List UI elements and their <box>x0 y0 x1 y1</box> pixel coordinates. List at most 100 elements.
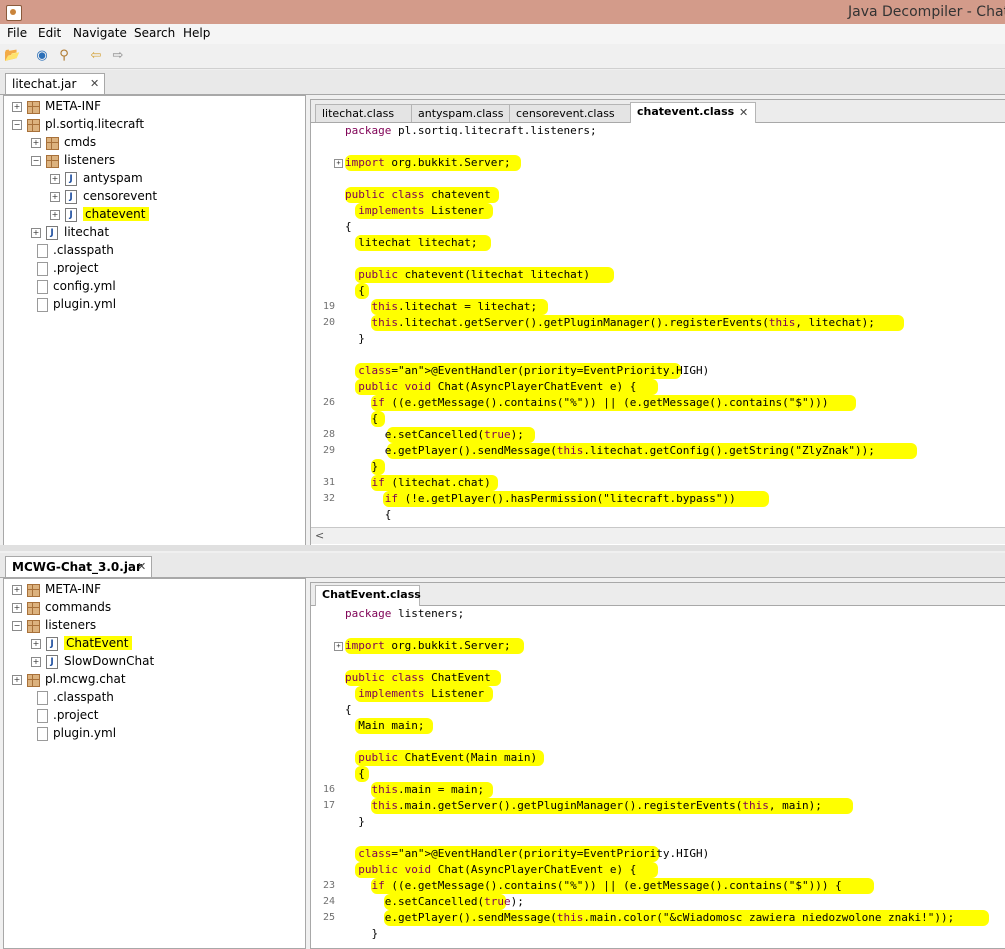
line-number: 31 <box>322 477 335 488</box>
menu-help[interactable]: Help <box>183 26 210 40</box>
tree-item[interactable]: + Jchatevent <box>4 206 304 224</box>
tree-item[interactable]: + Jantyspam <box>4 170 304 188</box>
code-text: { <box>345 220 352 233</box>
tree-item-label: META-INF <box>45 582 102 596</box>
tree-item[interactable]: − pl.sortiq.litecraft <box>4 116 304 134</box>
close-icon[interactable]: ✕ <box>739 106 748 119</box>
file-tab[interactable]: litechat.class <box>315 104 412 122</box>
tree-item[interactable]: config.yml <box>4 278 304 296</box>
code-line: { <box>345 702 352 717</box>
code-line: { <box>345 219 352 234</box>
code-line: e.getPlayer().sendMessage(this.main.colo… <box>345 910 955 925</box>
code-line: this.main = main; <box>345 782 485 797</box>
close-icon[interactable]: ✕ <box>90 77 99 90</box>
tree-item[interactable]: plugin.yml <box>4 296 304 314</box>
file-tab[interactable]: chatevent.class ✕ <box>630 102 756 123</box>
expand-icon[interactable]: + <box>50 192 60 202</box>
code-text: { <box>345 284 365 297</box>
scroll-left-icon[interactable]: < <box>315 529 324 542</box>
code-line: } <box>345 459 378 474</box>
jar-tab-mcwg-chat[interactable]: MCWG-Chat_3.0.jar ✕ <box>5 556 152 577</box>
menu-edit[interactable]: Edit <box>38 26 61 40</box>
file-tab-label: chatevent.class <box>637 105 735 118</box>
open-type-icon[interactable]: ◉ <box>34 48 50 64</box>
code-text: Main main; <box>345 719 425 732</box>
fold-expand-icon[interactable]: + <box>334 159 343 168</box>
tree-item-label: .classpath <box>53 690 114 704</box>
collapse-icon[interactable]: − <box>12 621 22 631</box>
tree-item[interactable]: + Jcensorevent <box>4 188 304 206</box>
package-icon <box>27 620 40 633</box>
tree-item[interactable]: − listeners <box>4 617 304 635</box>
package-icon <box>27 674 40 687</box>
expand-icon[interactable]: + <box>12 102 22 112</box>
tree-item[interactable]: + pl.mcwg.chat <box>4 671 304 689</box>
code-line: package listeners; <box>345 606 464 621</box>
tree-item[interactable]: + commands <box>4 599 304 617</box>
code-text: if (!e.getPlayer().hasPermission("litecr… <box>384 492 736 505</box>
file-tab[interactable]: antyspam.class <box>411 104 510 122</box>
back-arrow-icon[interactable]: ⇦ <box>88 48 104 64</box>
code-line: } <box>345 926 378 941</box>
collapse-icon[interactable]: − <box>12 120 22 130</box>
fold-expand-icon[interactable]: + <box>334 642 343 651</box>
close-icon[interactable]: ✕ <box>137 560 146 573</box>
code-text: package pl.sortiq.litecraft.listeners; <box>345 124 597 137</box>
expand-icon[interactable]: + <box>50 174 60 184</box>
tree-item[interactable]: + J ChatEvent <box>4 635 304 653</box>
java-class-icon: J <box>46 637 58 651</box>
tree-item[interactable]: .classpath <box>4 242 304 260</box>
app-icon <box>6 5 22 21</box>
tree-item-label: commands <box>45 600 112 614</box>
code-text: this.litechat.getServer().getPluginManag… <box>371 316 875 329</box>
split-divider[interactable] <box>0 545 1005 551</box>
tree-item[interactable]: .project <box>4 260 304 278</box>
search-icon[interactable]: ⚲ <box>56 48 72 64</box>
tree-item-label: SlowDownChat <box>64 654 155 668</box>
expand-icon[interactable]: + <box>31 138 41 148</box>
jar-tab-litechat[interactable]: litechat.jar ✕ <box>5 73 105 94</box>
collapse-icon[interactable]: − <box>31 156 41 166</box>
tree-item[interactable]: + Jlitechat <box>4 224 304 242</box>
menu-search[interactable]: Search <box>134 26 175 40</box>
code-line: this.litechat = litechat; <box>345 299 538 314</box>
code-line: import org.bukkit.Server; <box>345 638 511 653</box>
file-icon <box>37 709 48 723</box>
expand-icon[interactable]: + <box>31 657 41 667</box>
expand-icon[interactable]: + <box>31 639 41 649</box>
package-icon <box>46 137 59 150</box>
code-line: public chatevent(litechat litechat) <box>345 267 590 282</box>
forward-arrow-icon[interactable]: ⇨ <box>110 48 126 64</box>
expand-icon[interactable]: + <box>12 585 22 595</box>
expand-icon[interactable]: + <box>31 228 41 238</box>
tree-item[interactable]: + J SlowDownChat <box>4 653 304 671</box>
code-line: public class chatevent <box>345 187 491 202</box>
menu-file[interactable]: File <box>7 26 27 40</box>
code-text: class="an">@EventHandler(priority=EventP… <box>358 364 710 377</box>
line-number: 19 <box>322 301 335 312</box>
tree-item[interactable]: .classpath <box>4 689 304 707</box>
tree-item[interactable]: .project <box>4 707 304 725</box>
file-icon <box>37 262 48 276</box>
horizontal-scrollbar[interactable]: < <box>311 527 1005 544</box>
tree-item[interactable]: + META-INF <box>4 581 304 599</box>
tree-item[interactable]: + cmds <box>4 134 304 152</box>
java-class-icon: J <box>65 172 77 186</box>
jar-tab-label: MCWG-Chat_3.0.jar <box>12 560 142 574</box>
tree-item[interactable]: − listeners <box>4 152 304 170</box>
file-tab[interactable]: ChatEvent.class <box>315 585 421 606</box>
tree-item[interactable]: plugin.yml <box>4 725 304 743</box>
code-line: } <box>345 814 365 829</box>
code-text: e.setCancelled(true); <box>345 895 524 908</box>
expand-icon[interactable]: + <box>12 603 22 613</box>
code-line: Main main; <box>345 718 424 733</box>
tree-item[interactable]: + META-INF <box>4 98 304 116</box>
package-icon <box>27 584 40 597</box>
menu-navigate[interactable]: Navigate <box>73 26 127 40</box>
expand-icon[interactable]: + <box>12 675 22 685</box>
code-text: litechat litechat; <box>345 236 478 249</box>
expand-icon[interactable]: + <box>50 210 60 220</box>
file-tab[interactable]: censorevent.class <box>509 104 631 122</box>
open-folder-icon[interactable]: 📂 <box>4 48 20 64</box>
line-number: 29 <box>322 445 335 456</box>
